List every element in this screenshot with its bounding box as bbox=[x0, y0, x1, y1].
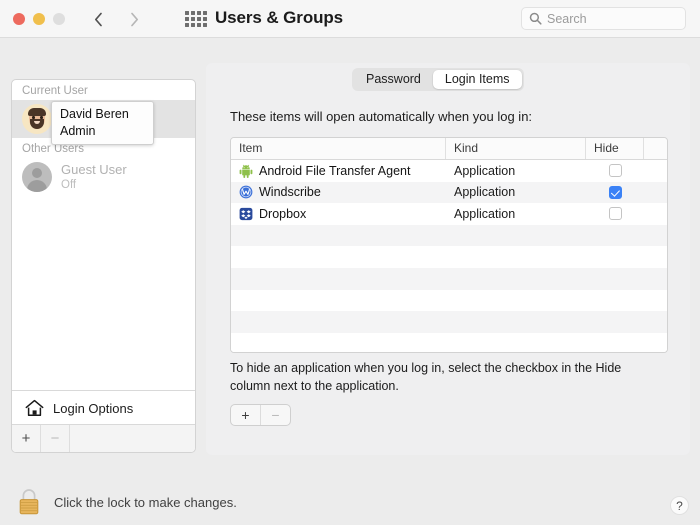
login-options-button[interactable]: Login Options bbox=[12, 390, 195, 425]
lock-label: Click the lock to make changes. bbox=[54, 494, 237, 510]
row-kind-cell: Application bbox=[454, 163, 516, 178]
column-header-kind[interactable]: Kind bbox=[446, 138, 586, 159]
table-empty-row bbox=[231, 311, 667, 333]
login-items-table: Item Kind Hide Android File Transfer Age… bbox=[230, 137, 668, 353]
remove-user-button[interactable]: − bbox=[41, 425, 70, 452]
grid-dot-icon bbox=[191, 17, 195, 21]
grid-dot-icon bbox=[185, 17, 189, 21]
add-user-button[interactable]: + bbox=[12, 425, 41, 452]
table-row[interactable]: Windscribe Application bbox=[231, 181, 667, 204]
table-header-row: Item Kind Hide bbox=[231, 138, 667, 160]
users-and-groups-window: Users & Groups Search Current User David… bbox=[0, 0, 700, 525]
tooltip-user-name: David Beren bbox=[60, 107, 129, 121]
search-field[interactable]: Search bbox=[521, 7, 686, 30]
dropbox-icon bbox=[239, 207, 253, 221]
current-user-group-label: Current User bbox=[22, 85, 88, 97]
current-user-tooltip: David Beren Admin bbox=[51, 101, 154, 145]
column-header-spacer bbox=[644, 138, 667, 159]
grid-dot-icon bbox=[197, 17, 201, 21]
search-icon bbox=[529, 12, 542, 25]
tab-password[interactable]: Password bbox=[354, 70, 433, 89]
tab-segmented-control: Password Login Items bbox=[352, 68, 524, 91]
add-remove-login-item-buttons: + − bbox=[230, 404, 291, 426]
grid-dot-icon bbox=[197, 23, 201, 27]
windscribe-icon bbox=[239, 185, 253, 199]
chevron-right-icon bbox=[130, 12, 138, 26]
grid-dot-icon bbox=[203, 23, 207, 27]
table-empty-row bbox=[231, 224, 667, 247]
grid-dot-icon bbox=[197, 11, 201, 15]
row-kind-cell: Application bbox=[454, 185, 516, 200]
avatar bbox=[22, 162, 52, 192]
hide-checkbox[interactable] bbox=[608, 164, 622, 178]
grid-dot-icon bbox=[185, 11, 189, 15]
home-icon bbox=[25, 399, 44, 417]
hide-column-helper-text: To hide an application when you log in, … bbox=[230, 361, 622, 394]
row-item-label: Dropbox bbox=[259, 206, 307, 221]
row-item-label: Android File Transfer Agent bbox=[259, 163, 411, 178]
row-item-cell: Dropbox bbox=[231, 207, 446, 221]
row-item-label: Windscribe bbox=[259, 185, 321, 200]
content-panel: Password Login Items These items will op… bbox=[206, 63, 690, 455]
row-hide-cell bbox=[586, 185, 644, 199]
close-window-button[interactable] bbox=[13, 13, 25, 25]
avatar bbox=[22, 104, 52, 134]
table-row[interactable]: Android File Transfer Agent Application bbox=[231, 160, 667, 182]
grid-dot-icon bbox=[203, 11, 207, 15]
row-item-cell: Windscribe bbox=[231, 185, 446, 199]
tooltip-user-role: Admin bbox=[60, 123, 96, 138]
closed-padlock-icon[interactable] bbox=[16, 487, 42, 517]
zoom-window-button[interactable] bbox=[53, 13, 65, 25]
guest-user-name: Guest User bbox=[61, 162, 127, 178]
guest-user-texts: Guest User Off bbox=[61, 162, 127, 192]
help-button[interactable]: ? bbox=[670, 496, 689, 515]
row-hide-cell bbox=[586, 207, 644, 221]
search-placeholder: Search bbox=[547, 11, 587, 26]
login-items-intro-text: These items will open automatically when… bbox=[230, 109, 533, 124]
row-item-cell: Android File Transfer Agent bbox=[231, 164, 446, 178]
minimize-window-button[interactable] bbox=[33, 13, 45, 25]
grid-dot-icon bbox=[191, 11, 195, 15]
grid-dot-icon bbox=[191, 23, 195, 27]
tab-login-items[interactable]: Login Items bbox=[432, 70, 522, 89]
remove-login-item-button[interactable]: − bbox=[260, 405, 290, 425]
row-hide-cell bbox=[586, 164, 644, 178]
table-row[interactable]: Dropbox Application bbox=[231, 203, 667, 225]
table-empty-row bbox=[231, 267, 667, 290]
window-titlebar: Users & Groups Search bbox=[0, 0, 700, 38]
sidebar-item-guest-user[interactable]: Guest User Off bbox=[12, 158, 195, 196]
page-title: Users & Groups bbox=[215, 8, 344, 27]
table-empty-row bbox=[231, 289, 667, 312]
hide-checkbox[interactable] bbox=[608, 185, 622, 199]
column-header-item[interactable]: Item bbox=[231, 138, 446, 159]
chevron-left-icon bbox=[94, 12, 102, 26]
guest-user-status: Off bbox=[61, 178, 77, 191]
traffic-light-buttons bbox=[13, 13, 65, 25]
lock-row: Click the lock to make changes. bbox=[16, 487, 237, 517]
table-empty-row bbox=[231, 332, 667, 352]
navigation-arrows bbox=[86, 7, 146, 31]
row-kind-cell: Application bbox=[454, 206, 516, 221]
grid-dot-icon bbox=[203, 17, 207, 21]
android-robot-icon bbox=[239, 164, 253, 178]
hide-checkbox[interactable] bbox=[608, 207, 622, 221]
add-login-item-button[interactable]: + bbox=[231, 405, 260, 425]
forward-button[interactable] bbox=[122, 7, 146, 31]
column-header-hide[interactable]: Hide bbox=[586, 138, 644, 159]
table-empty-row bbox=[231, 246, 667, 268]
sidebar-footer: + − bbox=[12, 424, 195, 452]
login-options-label: Login Options bbox=[53, 400, 134, 416]
show-all-preferences-button[interactable] bbox=[181, 11, 211, 27]
grid-dot-icon bbox=[185, 23, 189, 27]
back-button[interactable] bbox=[86, 7, 110, 31]
